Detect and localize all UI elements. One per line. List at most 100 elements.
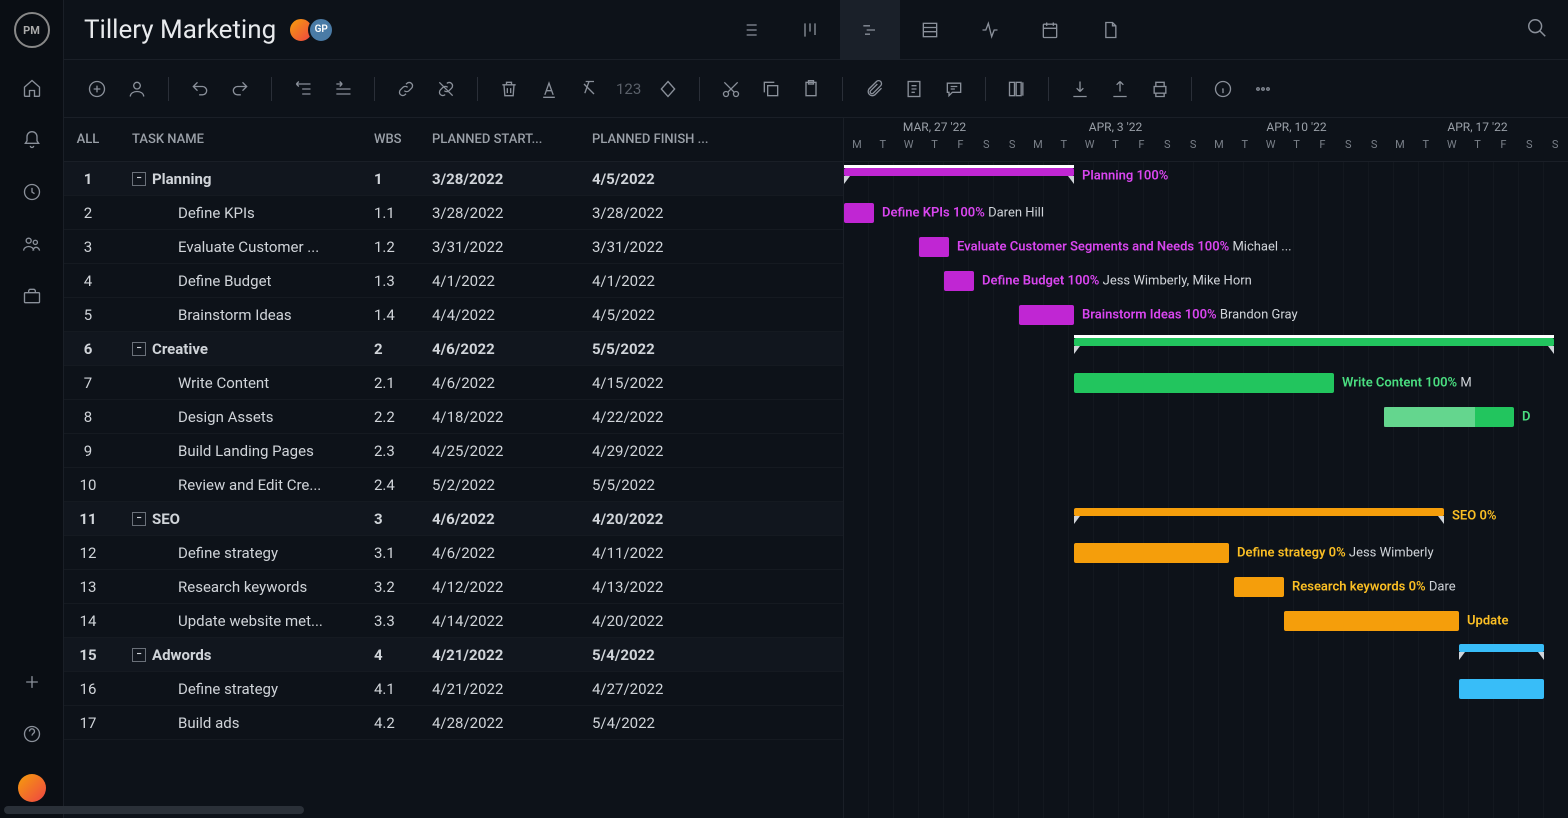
gantt-row[interactable]: Update xyxy=(844,604,1568,638)
task-row[interactable]: 7 Write Content 2.1 4/6/2022 4/15/2022 xyxy=(64,366,843,400)
gantt-row[interactable] xyxy=(844,434,1568,468)
task-name-cell[interactable]: Evaluate Customer ... xyxy=(120,238,374,256)
collapse-icon[interactable]: − xyxy=(132,512,146,526)
gantt-bar[interactable]: Write Content 100% M xyxy=(1074,373,1334,393)
columns-icon[interactable] xyxy=(1004,76,1030,102)
gantt-row[interactable]: Research keywords 0% Dare xyxy=(844,570,1568,604)
project-users[interactable]: GP xyxy=(294,17,334,43)
gantt-row[interactable]: Define strategy 0% Jess Wimberly xyxy=(844,536,1568,570)
milestone-icon[interactable] xyxy=(655,76,681,102)
gantt-bar[interactable]: Define Budget 100% Jess Wimberly, Mike H… xyxy=(944,271,974,291)
task-row[interactable]: 10 Review and Edit Cre... 2.4 5/2/2022 5… xyxy=(64,468,843,502)
gantt-row[interactable]: Write Content 100% M xyxy=(844,366,1568,400)
bell-icon[interactable] xyxy=(20,128,44,152)
home-icon[interactable] xyxy=(20,76,44,100)
gantt-bar[interactable]: Define strategy 0% Jess Wimberly xyxy=(1074,543,1229,563)
gantt-row[interactable] xyxy=(844,332,1568,366)
collapse-icon[interactable]: − xyxy=(132,648,146,662)
task-name-cell[interactable]: Design Assets xyxy=(120,408,374,426)
gantt-bar[interactable]: SEO 0% xyxy=(1074,508,1444,516)
gantt-row[interactable]: Planning 100% xyxy=(844,162,1568,196)
outdent-icon[interactable] xyxy=(290,76,316,102)
collapse-icon[interactable]: − xyxy=(132,172,146,186)
help-icon[interactable] xyxy=(20,722,44,746)
gantt-row[interactable]: Evaluate Customer Segments and Needs 100… xyxy=(844,230,1568,264)
task-row[interactable]: 8 Design Assets 2.2 4/18/2022 4/22/2022 xyxy=(64,400,843,434)
collapse-icon[interactable]: − xyxy=(132,342,146,356)
task-row[interactable]: 4 Define Budget 1.3 4/1/2022 4/1/2022 xyxy=(64,264,843,298)
undo-icon[interactable] xyxy=(187,76,213,102)
gantt-bar[interactable]: Evaluate Customer Segments and Needs 100… xyxy=(919,237,949,257)
gantt-bar[interactable]: D xyxy=(1384,407,1514,427)
task-row[interactable]: 14 Update website met... 3.3 4/14/2022 4… xyxy=(64,604,843,638)
plus-icon[interactable] xyxy=(20,670,44,694)
task-row[interactable]: 11 −SEO 3 4/6/2022 4/20/2022 xyxy=(64,502,843,536)
assign-icon[interactable] xyxy=(124,76,150,102)
unlink-icon[interactable] xyxy=(433,76,459,102)
sheet-view-icon[interactable] xyxy=(900,0,960,60)
print-icon[interactable] xyxy=(1147,76,1173,102)
task-row[interactable]: 15 −Adwords 4 4/21/2022 5/4/2022 xyxy=(64,638,843,672)
gantt-bar[interactable] xyxy=(1459,644,1544,652)
task-name-cell[interactable]: Write Content xyxy=(120,374,374,392)
task-row[interactable]: 12 Define strategy 3.1 4/6/2022 4/11/202… xyxy=(64,536,843,570)
task-row[interactable]: 9 Build Landing Pages 2.3 4/25/2022 4/29… xyxy=(64,434,843,468)
add-task-icon[interactable] xyxy=(84,76,110,102)
gantt-bar[interactable]: Define KPIs 100% Daren Hill xyxy=(844,203,874,223)
paste-icon[interactable] xyxy=(798,76,824,102)
gantt-row[interactable]: Brainstorm Ideas 100% Brandon Gray xyxy=(844,298,1568,332)
comment-icon[interactable] xyxy=(941,76,967,102)
task-row[interactable]: 2 Define KPIs 1.1 3/28/2022 3/28/2022 xyxy=(64,196,843,230)
cut-icon[interactable] xyxy=(718,76,744,102)
task-name-cell[interactable]: Update website met... xyxy=(120,612,374,630)
delete-icon[interactable] xyxy=(496,76,522,102)
task-row[interactable]: 5 Brainstorm Ideas 1.4 4/4/2022 4/5/2022 xyxy=(64,298,843,332)
search-icon[interactable] xyxy=(1526,17,1548,43)
task-name-cell[interactable]: −SEO xyxy=(120,510,374,528)
gantt-bar[interactable]: Brainstorm Ideas 100% Brandon Gray xyxy=(1019,305,1074,325)
gantt-row[interactable] xyxy=(844,468,1568,502)
task-row[interactable]: 6 −Creative 2 4/6/2022 5/5/2022 xyxy=(64,332,843,366)
gantt-view-icon[interactable] xyxy=(840,0,900,60)
horizontal-scrollbar[interactable] xyxy=(64,806,304,814)
gantt-bar[interactable] xyxy=(1074,338,1554,346)
export-icon[interactable] xyxy=(1107,76,1133,102)
col-wbs[interactable]: WBS xyxy=(374,132,432,147)
task-name-cell[interactable]: Brainstorm Ideas xyxy=(120,306,374,324)
task-name-cell[interactable]: −Creative xyxy=(120,340,374,358)
clock-icon[interactable] xyxy=(20,180,44,204)
link-icon[interactable] xyxy=(393,76,419,102)
indent-icon[interactable] xyxy=(330,76,356,102)
briefcase-icon[interactable] xyxy=(20,284,44,308)
clear-format-icon[interactable] xyxy=(576,76,602,102)
gantt-row[interactable]: D xyxy=(844,400,1568,434)
task-row[interactable]: 17 Build ads 4.2 4/28/2022 5/4/2022 xyxy=(64,706,843,740)
col-finish[interactable]: PLANNED FINISH ... xyxy=(592,132,752,147)
gantt-bar[interactable]: Research keywords 0% Dare xyxy=(1234,577,1284,597)
text-color-icon[interactable] xyxy=(536,76,562,102)
gantt-row[interactable]: Define Budget 100% Jess Wimberly, Mike H… xyxy=(844,264,1568,298)
task-row[interactable]: 16 Define strategy 4.1 4/21/2022 4/27/20… xyxy=(64,672,843,706)
task-name-cell[interactable]: Define strategy xyxy=(120,680,374,698)
task-name-cell[interactable]: Define Budget xyxy=(120,272,374,290)
col-all[interactable]: ALL xyxy=(64,132,112,147)
file-view-icon[interactable] xyxy=(1080,0,1140,60)
task-name-cell[interactable]: Define KPIs xyxy=(120,204,374,222)
import-icon[interactable] xyxy=(1067,76,1093,102)
gantt-row[interactable]: SEO 0% xyxy=(844,502,1568,536)
gantt-bar[interactable] xyxy=(1459,679,1544,699)
gantt-row[interactable] xyxy=(844,706,1568,740)
notes-icon[interactable] xyxy=(901,76,927,102)
logo[interactable]: PM xyxy=(14,12,50,48)
user-avatar[interactable] xyxy=(18,774,46,802)
list-view-icon[interactable] xyxy=(720,0,780,60)
task-name-cell[interactable]: −Adwords xyxy=(120,646,374,664)
gantt-row[interactable] xyxy=(844,672,1568,706)
attachment-icon[interactable] xyxy=(861,76,887,102)
calendar-view-icon[interactable] xyxy=(1020,0,1080,60)
more-icon[interactable] xyxy=(1250,76,1276,102)
task-row[interactable]: 1 −Planning 1 3/28/2022 4/5/2022 xyxy=(64,162,843,196)
task-name-cell[interactable]: Build ads xyxy=(120,714,374,732)
gantt-row[interactable] xyxy=(844,638,1568,672)
task-name-cell[interactable]: Research keywords xyxy=(120,578,374,596)
